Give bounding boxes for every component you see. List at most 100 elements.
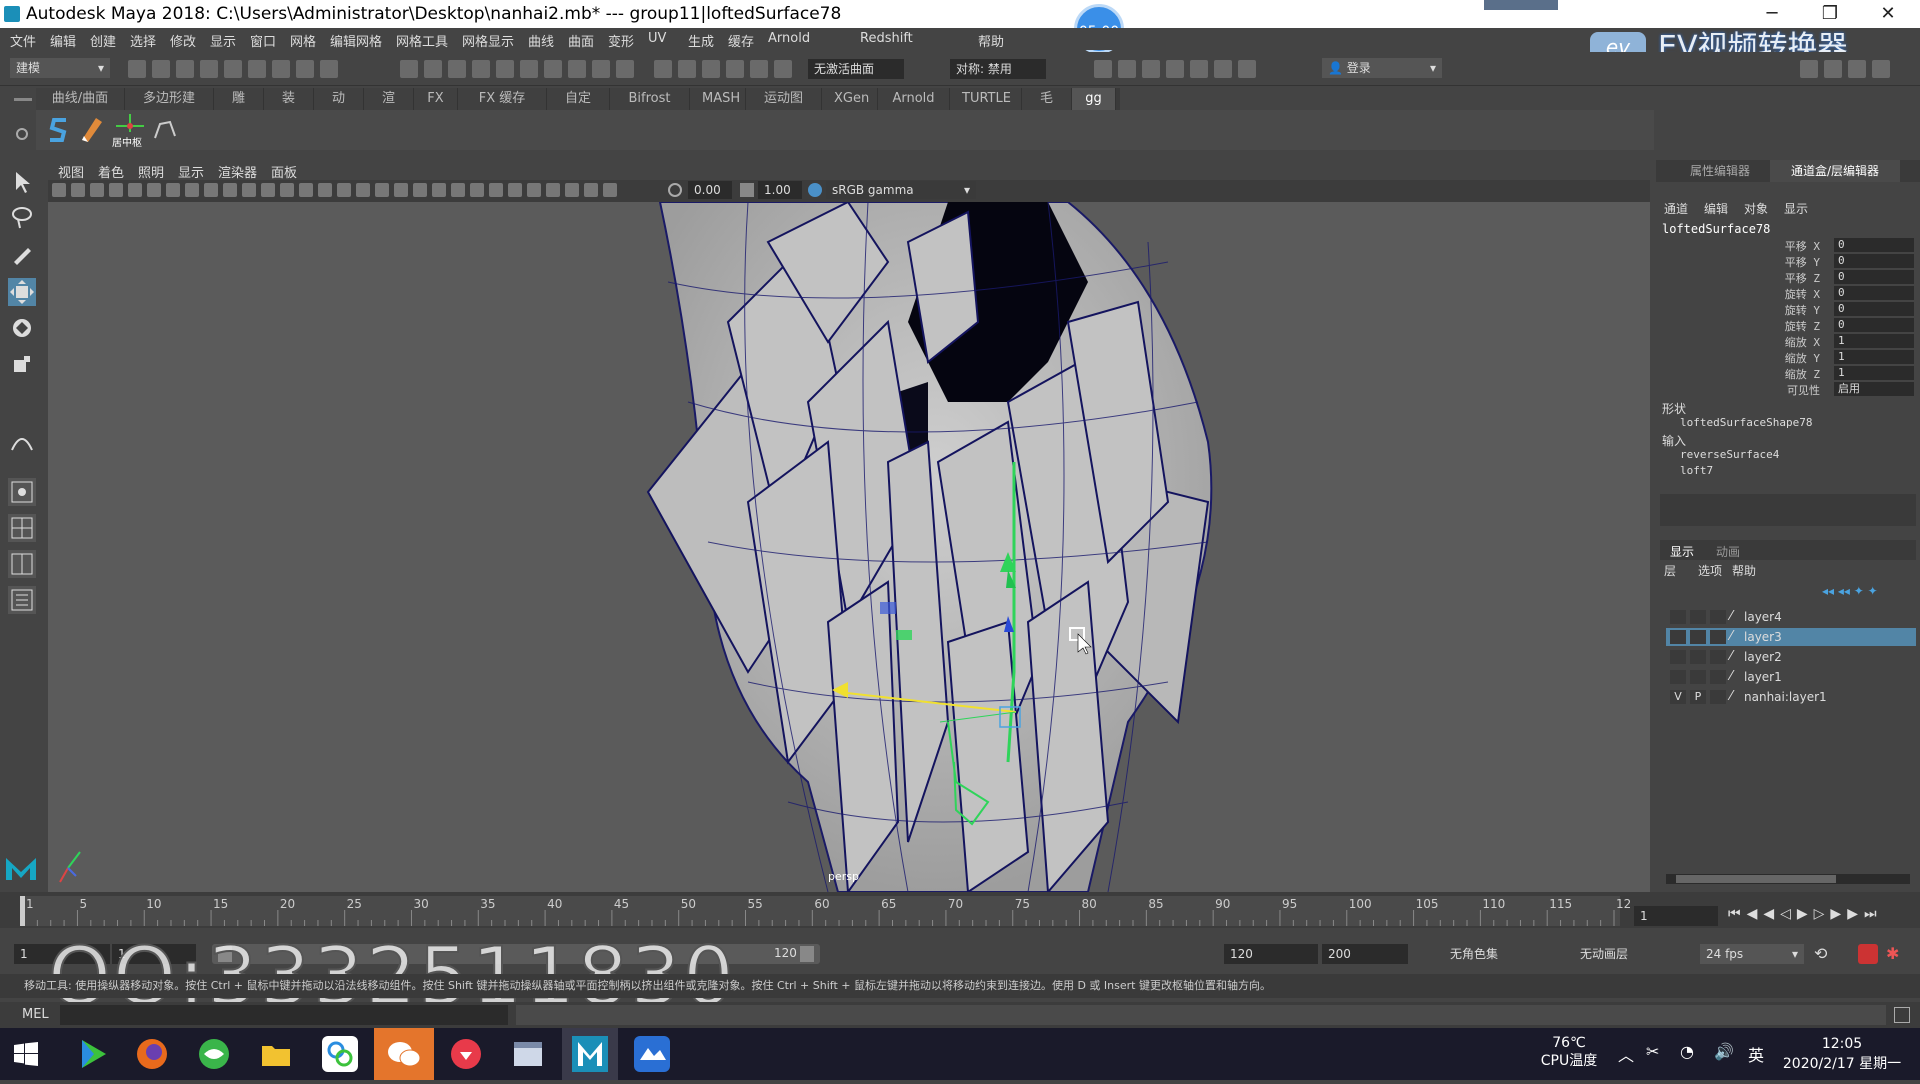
symmetry-field[interactable]: 对称: 禁用 [950,59,1046,79]
viewport-tool-icon[interactable] [584,183,598,197]
shelf-tab[interactable]: 雕刻 [214,88,264,128]
menu-item[interactable]: Redshift [860,31,913,46]
persp-viewport[interactable]: persp [48,202,1650,892]
channel-row[interactable]: 缩放 Y 1 [1656,350,1920,366]
viewport-tool-icon[interactable] [166,183,180,197]
command-input[interactable] [60,1005,508,1025]
tab-attribute-editor[interactable]: 属性编辑器 [1670,160,1770,182]
menu-item[interactable]: 编辑 [50,31,76,50]
snap-icon[interactable] [496,60,514,78]
viewport-tool-icon[interactable] [128,183,142,197]
gamma-icon[interactable] [740,183,754,197]
viewport-tool-icon[interactable] [280,183,294,197]
shelf-tab[interactable]: 毛发 [1022,88,1072,128]
menu-set-dropdown[interactable]: 建模 ▾ [10,58,110,78]
file-explorer-icon[interactable] [258,1036,294,1072]
paint-select-icon[interactable] [8,240,36,268]
toolbox-gear-icon[interactable] [16,128,28,140]
layout-two-icon[interactable] [8,550,36,578]
menu-item[interactable]: 窗口 [250,31,276,50]
layer-row[interactable]: ⁄ layer3 [1666,628,1916,646]
shelf-curve-icon[interactable] [152,116,178,144]
panel-icon[interactable] [1824,60,1842,78]
snap-icon[interactable] [520,60,538,78]
file-tool-icon[interactable] [320,60,338,78]
channel-value[interactable]: 启用 [1834,382,1914,396]
history-icon[interactable] [678,60,696,78]
file-tool-icon[interactable] [272,60,290,78]
channel-value[interactable]: 0 [1834,270,1914,284]
snap-icon[interactable] [616,60,634,78]
range-handle-right[interactable] [800,946,814,962]
history-icon[interactable] [750,60,768,78]
shelf-tab[interactable]: 运动图形 [746,88,822,128]
outliner-layout-icon[interactable] [8,586,36,614]
viewport-tool-icon[interactable] [71,183,85,197]
viewport-tool-icon[interactable] [470,183,484,197]
channel-row[interactable]: 平移 Z 0 [1656,270,1920,286]
layer-name[interactable]: layer2 [1744,648,1782,666]
layer-menu-item[interactable]: 选项 [1698,562,1722,579]
color-management-icon[interactable] [808,183,822,197]
shelf-tab[interactable]: FX 缓存 [458,88,547,110]
snap-icon[interactable] [592,60,610,78]
viewport-tool-icon[interactable] [508,183,522,197]
layer-scrollbar[interactable] [1666,874,1910,884]
layer-row[interactable]: ⁄ layer2 [1666,648,1916,666]
menu-item[interactable]: 编辑网格 [330,31,382,50]
viewport-tool-icon[interactable] [337,183,351,197]
layer-row[interactable]: V P ⁄ nanhai:layer1 [1666,688,1916,706]
viewport-tool-icon[interactable] [261,183,275,197]
center-pivot-button[interactable]: 居中枢 [110,112,150,149]
volume-icon[interactable]: 🔊 [1714,1042,1734,1061]
viewport-tool-icon[interactable] [451,183,465,197]
channel-row[interactable]: 缩放 Z 1 [1656,366,1920,382]
app-window-icon[interactable] [510,1036,546,1072]
media-player-icon[interactable] [74,1036,110,1072]
exposure-field[interactable]: 0.00 [688,181,732,199]
video-converter-icon[interactable] [634,1036,670,1072]
viewport-tool-icon[interactable] [432,183,446,197]
viewport-tool-icon[interactable] [546,183,560,197]
viewport-tool-icon[interactable] [565,183,579,197]
shelf-tab[interactable]: TURTLE [950,88,1022,110]
channel-row[interactable]: 旋转 Y 0 [1656,302,1920,318]
viewport-tool-icon[interactable] [489,183,503,197]
menu-item[interactable]: 文件 [10,31,36,50]
viewport-menu-item[interactable]: 渲染器 [218,162,257,181]
history-icon[interactable] [774,60,792,78]
shelf-tab[interactable]: Arnold [878,88,950,110]
layer-row[interactable]: ⁄ layer1 [1666,668,1916,686]
layer-visibility-toggle[interactable] [1670,610,1686,624]
layer-menu-item[interactable]: 层 [1664,562,1676,579]
windows-start-icon[interactable] [14,1042,38,1066]
exposure-icon[interactable] [668,183,682,197]
shelf-tab[interactable]: 动画 [314,88,364,128]
shelf-pencil-icon[interactable] [78,114,104,144]
file-tool-icon[interactable] [224,60,242,78]
tray-chevron-up-icon[interactable]: ︿ [1618,1042,1634,1066]
layer-playback-toggle[interactable] [1690,670,1706,684]
history-icon[interactable] [702,60,720,78]
channel-value[interactable]: 0 [1834,318,1914,332]
scale-tool-icon[interactable] [8,350,36,378]
layer-playback-toggle[interactable] [1690,650,1706,664]
viewport-menu-item[interactable]: 面板 [271,162,297,181]
snap-icon[interactable] [448,60,466,78]
playback-end-field[interactable]: 120 [1224,944,1318,964]
menu-item[interactable]: 选择 [130,31,156,50]
curve-tool-icon[interactable] [8,428,36,456]
menu-item[interactable]: 曲面 [568,31,594,50]
viewport-menu-item[interactable]: 着色 [98,162,124,181]
playback-controls[interactable]: ⏮◀◀◁▶▷▶▶⏭ [1728,906,1920,926]
render-icon[interactable] [1142,60,1160,78]
live-surface-field[interactable]: 无激活曲面 [808,59,904,79]
channel-menu-item[interactable]: 显示 [1784,200,1808,217]
viewport-tool-icon[interactable] [90,183,104,197]
render-icon[interactable] [1118,60,1136,78]
layer-visibility-toggle[interactable]: V [1670,690,1686,704]
viewport-tool-icon[interactable] [147,183,161,197]
shelf-tab[interactable]: gg [1072,88,1116,110]
move-tool-icon[interactable] [8,278,36,306]
layout-single-icon[interactable] [8,478,36,506]
